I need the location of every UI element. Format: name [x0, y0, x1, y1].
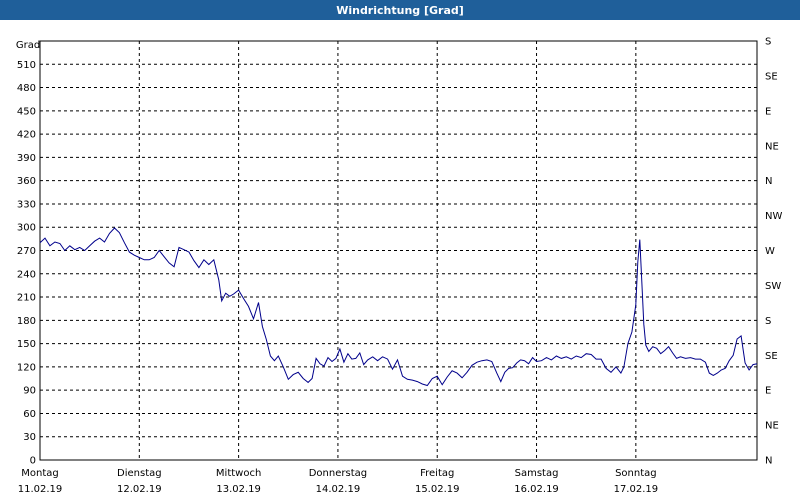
- y-tick-label: 180: [17, 316, 36, 327]
- y-tick-label: 150: [17, 339, 36, 350]
- y2-tick-label: W: [765, 246, 775, 257]
- y-tick-label: 330: [17, 199, 36, 210]
- y-tick-label: 210: [17, 293, 36, 304]
- x-tick-date: 12.02.19: [117, 484, 162, 495]
- x-tick-date: 11.02.19: [18, 484, 63, 495]
- y2-tick-label: NE: [765, 421, 779, 432]
- y2-tick-label: S: [765, 37, 771, 48]
- y-axis-label: Grad: [16, 40, 40, 51]
- series-line: [39, 227, 758, 387]
- y2-tick-label: S: [765, 316, 771, 327]
- y2-tick-label: N: [765, 176, 772, 187]
- x-tick-date: 16.02.19: [514, 484, 559, 495]
- y2-tick-label: N: [765, 456, 772, 467]
- x-tick-day: Samstag: [515, 468, 559, 479]
- x-tick-day: Montag: [21, 468, 58, 479]
- y-tick-label: 30: [23, 432, 36, 443]
- x-tick-day: Donnerstag: [309, 468, 367, 479]
- y-tick-label: 300: [17, 223, 36, 234]
- y2-tick-label: NE: [765, 141, 779, 152]
- y2-tick-label: E: [765, 106, 771, 117]
- x-tick-day: Mittwoch: [216, 468, 261, 479]
- y2-tick-label: NW: [765, 211, 782, 222]
- x-tick-day: Freitag: [420, 468, 454, 479]
- x-tick-date: 17.02.19: [614, 484, 659, 495]
- x-tick-day: Dienstag: [117, 468, 162, 479]
- y-tick-label: 90: [23, 386, 36, 397]
- y-tick-label: 420: [17, 130, 36, 141]
- y-tick-label: 270: [17, 246, 36, 257]
- y-tick-label: 510: [17, 60, 36, 71]
- x-tick-date: 13.02.19: [216, 484, 261, 495]
- x-tick-date: 15.02.19: [415, 484, 460, 495]
- y2-tick-label: SE: [765, 351, 778, 362]
- y2-tick-label: E: [765, 386, 771, 397]
- plot-frame: [39, 40, 758, 461]
- y-tick-label: 60: [23, 409, 36, 420]
- y-tick-label: 450: [17, 106, 36, 117]
- y-tick-label: 0: [30, 456, 36, 467]
- y-tick-label: 240: [17, 269, 36, 280]
- y-tick-label: 360: [17, 176, 36, 187]
- x-tick-day: Sonntag: [615, 468, 657, 479]
- y-tick-label: 480: [17, 83, 36, 94]
- wind-direction-chart: 0 30 60 90 120 150 180 210 240 270 300 330 360 390 420…: [16, 37, 783, 496]
- y2-tick-label: SW: [765, 281, 781, 292]
- y2-tick-label: SE: [765, 71, 778, 82]
- y-tick-label: 120: [17, 362, 36, 373]
- x-tick-date: 14.02.19: [316, 484, 361, 495]
- y-tick-label: 390: [17, 153, 36, 164]
